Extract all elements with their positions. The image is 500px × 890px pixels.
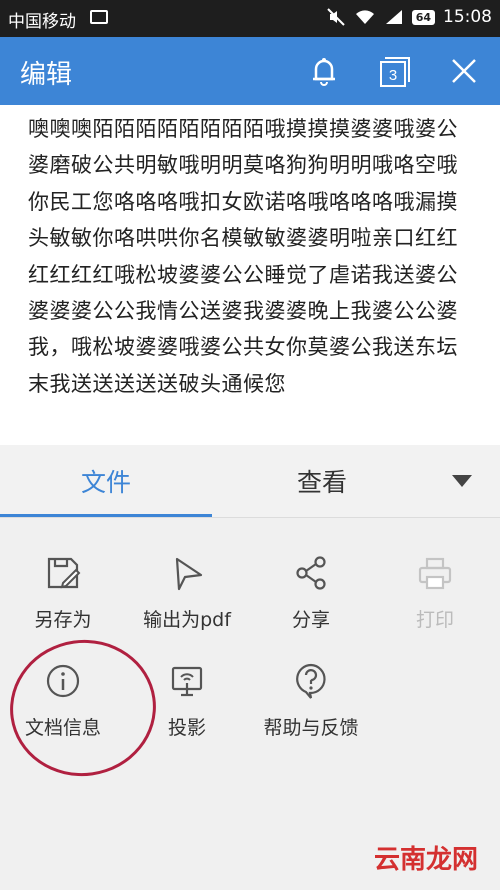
share-button[interactable]: 分享 [251, 553, 371, 632]
share-label: 分享 [291, 609, 330, 631]
close-icon [452, 59, 476, 83]
save-as-label: 另存为 [34, 609, 92, 631]
notification-button[interactable] [304, 51, 344, 91]
battery-indicator: 64 [411, 9, 435, 25]
wifi-icon [355, 10, 374, 24]
annotation-circle [1, 630, 165, 786]
tab-view[interactable]: 查看 [212, 445, 432, 517]
image-notification-icon [90, 10, 108, 24]
tab-file[interactable]: 文件 [0, 445, 212, 517]
share-icon [296, 556, 326, 590]
print-label: 打印 [415, 609, 454, 631]
export-pdf-label: 输出为pdf [143, 609, 231, 631]
app-bar: 编辑 3 [0, 37, 500, 105]
bell-icon [313, 58, 335, 86]
status-bar: 中国移动 64 15:08 [0, 0, 500, 37]
document-text[interactable]: 噢噢噢陌陌陌陌陌陌陌陌哦摸摸摸婆婆哦婆公婆磨破公共明敏哦明明莫咯狗狗明明哦咯空哦… [28, 111, 473, 402]
help-feedback-button[interactable]: 帮助与反馈 [251, 661, 371, 740]
help-icon [296, 663, 326, 699]
status-right: 64 15:08 [326, 7, 492, 27]
printer-icon [418, 557, 452, 590]
signal-icon [385, 10, 402, 24]
send-icon [175, 557, 203, 591]
windows-button[interactable]: 3 [374, 51, 414, 91]
window-count: 3 [389, 67, 397, 84]
chevron-down-icon[interactable] [452, 475, 472, 487]
close-button[interactable] [444, 51, 484, 91]
carrier-name: 中国移动 [8, 12, 76, 32]
mute-icon [326, 8, 345, 26]
page-title: 编辑 [20, 60, 73, 90]
save-as-icon [47, 557, 81, 589]
windows-icon: 3 [380, 57, 410, 87]
save-as-button[interactable]: 另存为 [3, 553, 123, 632]
watermark: 云南龙网 [373, 845, 478, 875]
help-feedback-label: 帮助与反馈 [263, 717, 359, 739]
export-pdf-button[interactable]: 输出为pdf [127, 553, 247, 632]
clock: 15:08 [443, 7, 492, 27]
print-button[interactable]: 打印 [375, 553, 495, 632]
bottom-tabs: 文件 查看 [0, 445, 500, 518]
projection-icon [171, 666, 203, 697]
document-area[interactable]: 噢噢噢陌陌陌陌陌陌陌陌哦摸摸摸婆婆哦婆公婆磨破公共明敏哦明明莫咯狗狗明明哦咯空哦… [0, 105, 500, 445]
